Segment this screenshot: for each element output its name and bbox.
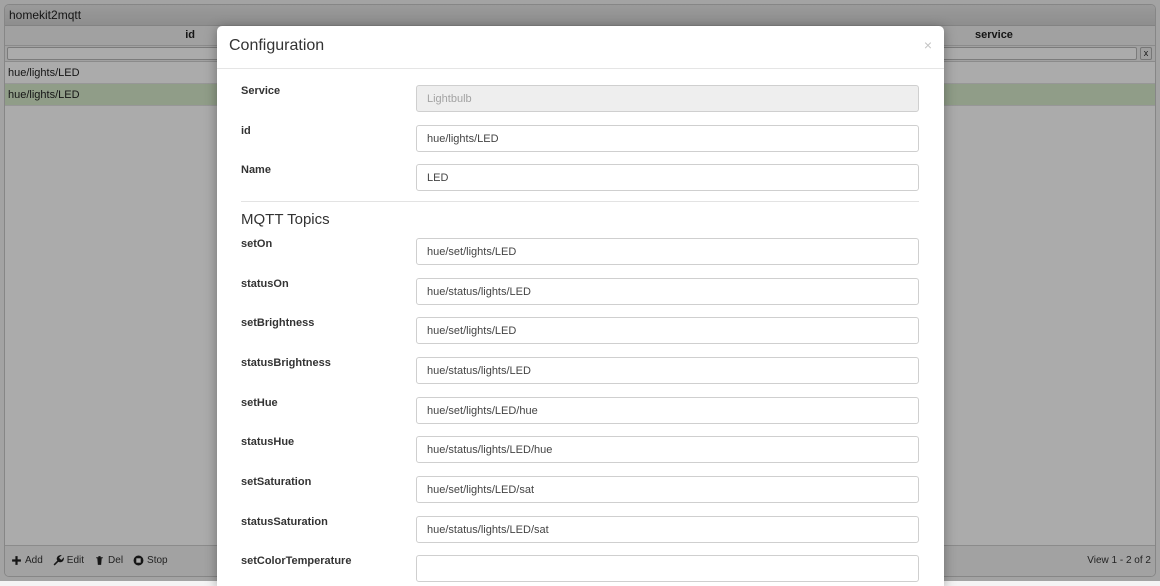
field-row-service: Service [217,85,944,115]
field-row-setSaturation: setSaturation [217,476,944,506]
field-row-id: id [217,125,944,155]
topic-label: setColorTemperature [241,555,352,567]
topic-label: setHue [241,397,278,409]
section-divider [241,201,919,202]
topic-label: setSaturation [241,476,312,488]
statusOn-field[interactable] [416,278,919,305]
topic-label: setOn [241,238,273,250]
setBrightness-field[interactable] [416,317,919,344]
mqtt-topics-heading: MQTT Topics [241,211,330,228]
topic-label: statusHue [241,436,295,448]
configuration-dialog: Configuration × Service id Name MQTT Top… [217,26,944,586]
topic-label: statusSaturation [241,516,328,528]
field-row-statusHue: statusHue [217,436,944,466]
field-row-setBrightness: setBrightness [217,317,944,347]
field-row-statusOn: statusOn [217,278,944,308]
name-field[interactable] [416,164,919,191]
statusSaturation-field[interactable] [416,516,919,543]
statusBrightness-field[interactable] [416,357,919,384]
field-row-statusSaturation: statusSaturation [217,516,944,546]
field-row-name: Name [217,164,944,194]
topic-label: setBrightness [241,317,315,329]
service-field [416,85,919,112]
dialog-header: Configuration × [217,26,944,69]
topic-label: statusOn [241,278,289,290]
setSaturation-field[interactable] [416,476,919,503]
dialog-title: Configuration [229,37,325,54]
name-label: Name [241,164,271,176]
field-row-statusBrightness: statusBrightness [217,357,944,387]
setHue-field[interactable] [416,397,919,424]
setColorTemperature-field[interactable] [416,555,919,582]
service-label: Service [241,85,281,97]
statusHue-field[interactable] [416,436,919,463]
field-row-setHue: setHue [217,397,944,427]
id-field[interactable] [416,125,919,152]
topic-label: statusBrightness [241,357,331,369]
setOn-field[interactable] [416,238,919,265]
field-row-setOn: setOn [217,238,944,268]
close-icon[interactable]: × [924,38,932,52]
id-label: id [241,125,251,137]
